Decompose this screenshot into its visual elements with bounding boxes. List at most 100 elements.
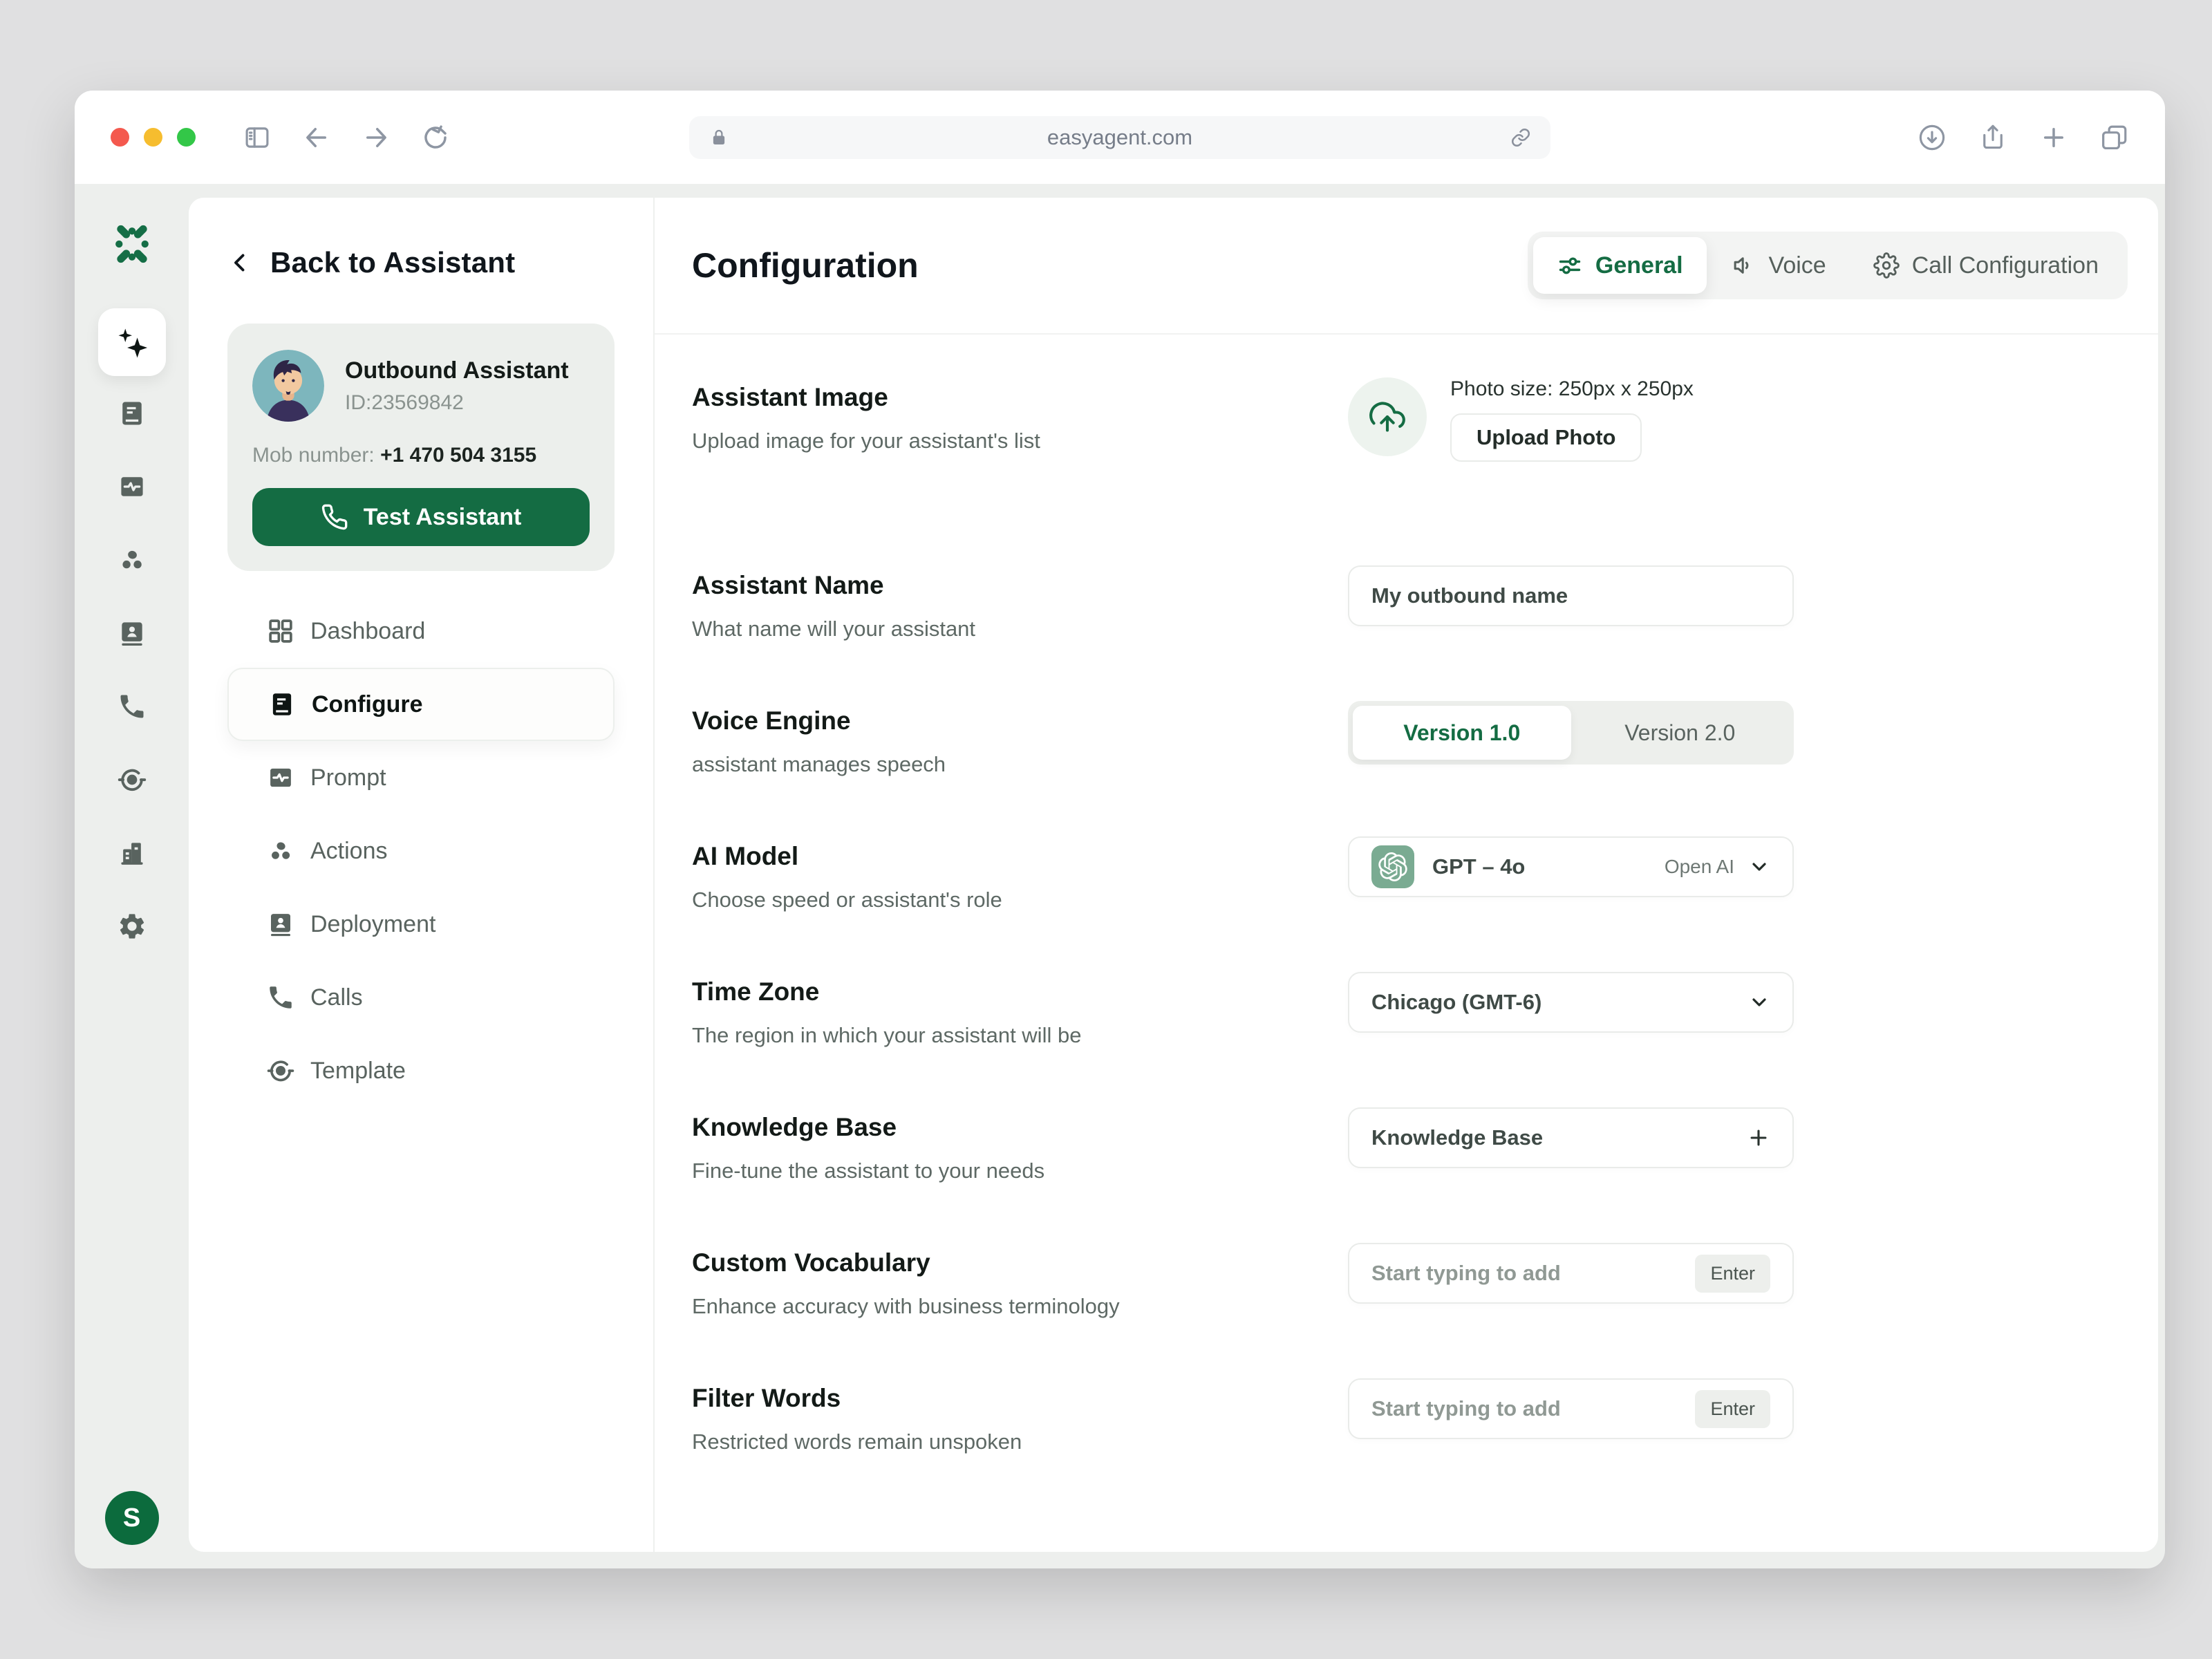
configuration-main: Configuration General Voice Call Configu… [655, 198, 2158, 1552]
rail-item-deployment[interactable] [117, 618, 147, 648]
assistant-id: ID:23569842 [345, 391, 464, 414]
rail-item-template[interactable] [117, 765, 147, 795]
field-label: Assistant Name [692, 571, 884, 599]
custom-vocabulary-placeholder: Start typing to add [1371, 1261, 1561, 1285]
field-hint: Choose speed or assistant's role [692, 888, 1002, 912]
assistant-name-value: My outbound name [1371, 583, 1568, 608]
cloud-upload-icon [1369, 402, 1405, 432]
address-bar[interactable]: easyagent.com [689, 115, 1550, 159]
rail-item-prompt[interactable] [117, 471, 147, 502]
field-hint: Enhance accuracy with business terminolo… [692, 1294, 1120, 1318]
app-logo-icon[interactable] [111, 223, 153, 265]
ai-model-select[interactable]: GPT – 4o Open AI [1348, 836, 1794, 897]
url-text: easyagent.com [1047, 124, 1193, 149]
phone-icon [321, 504, 348, 530]
config-tabs: General Voice Call Configuration [1527, 232, 2128, 299]
time-zone-select[interactable]: Chicago (GMT-6) [1348, 972, 1794, 1033]
grid-icon [269, 619, 292, 643]
sidebar-item-label: Dashboard [310, 617, 426, 644]
enter-key-hint: Enter [1695, 1254, 1770, 1293]
sidebar-toggle-icon[interactable] [243, 123, 272, 152]
mob-value: +1 470 504 3155 [380, 444, 537, 467]
filter-words-placeholder: Start typing to add [1371, 1396, 1561, 1421]
sidebar-item-configure[interactable]: Configure [227, 668, 615, 741]
rail-item-actions[interactable] [117, 545, 147, 575]
custom-vocabulary-input[interactable]: Start typing to add Enter [1348, 1243, 1794, 1304]
sidebar-item-deployment[interactable]: Deployment [227, 888, 615, 961]
sidebar-item-prompt[interactable]: Prompt [227, 741, 615, 814]
version-2-option[interactable]: Version 2.0 [1571, 706, 1790, 760]
filter-words-row: Filter Words Restricted words remain uns… [692, 1378, 1794, 1454]
target-icon [267, 1060, 294, 1082]
rail-item-settings[interactable] [117, 911, 147, 941]
reload-icon[interactable] [421, 123, 450, 152]
new-tab-icon[interactable] [2039, 123, 2068, 152]
sparkles-icon [118, 328, 147, 358]
test-assistant-button[interactable]: Test Assistant [252, 488, 590, 546]
ai-model-provider: Open AI [1664, 856, 1734, 877]
assistant-avatar [252, 350, 324, 422]
chevron-down-icon [1752, 863, 1766, 871]
sliders-icon [1559, 257, 1581, 274]
rail-item-calls[interactable] [117, 691, 147, 722]
rail-item-company[interactable] [117, 838, 147, 868]
sidebar-item-actions[interactable]: Actions [227, 814, 615, 888]
user-avatar[interactable]: S [104, 1491, 159, 1545]
plus-icon[interactable] [1747, 1126, 1770, 1150]
maximize-window-button[interactable] [177, 128, 196, 147]
sidebar-item-label: Template [310, 1057, 406, 1084]
sidebar-item-template[interactable]: Template [227, 1034, 615, 1107]
sidebar-item-label: Deployment [310, 910, 436, 937]
tab-call-configuration[interactable]: Call Configuration [1850, 237, 2122, 294]
field-hint: What name will your assistant [692, 617, 976, 641]
ai-model-value: GPT – 4o [1432, 854, 1526, 879]
assistant-name-input[interactable]: My outbound name [1348, 565, 1794, 626]
close-window-button[interactable] [111, 128, 129, 147]
sidebar-item-label: Configure [312, 691, 423, 718]
sidebar-item-dashboard[interactable]: Dashboard [227, 594, 615, 668]
photo-size-note: Photo size: 250px x 250px [1450, 377, 1694, 400]
back-icon[interactable] [302, 123, 331, 152]
version-1-option[interactable]: Version 1.0 [1353, 706, 1571, 760]
rail-item-configure[interactable] [117, 398, 147, 429]
tab-voice[interactable]: Voice [1707, 237, 1850, 294]
link-icon[interactable] [1510, 127, 1531, 148]
sidebar-item-label: Actions [310, 837, 388, 864]
assistant-identity: Outbound Assistant ID:23569842 [345, 357, 569, 415]
tab-general[interactable]: General [1533, 237, 1707, 294]
field-hint: Upload image for your assistant's list [692, 429, 1040, 453]
share-icon[interactable] [1978, 123, 2007, 152]
phone-icon [270, 986, 292, 1009]
assistant-name-row: Assistant Name What name will your assis… [692, 565, 1794, 641]
back-to-assistant[interactable]: Back to Assistant [227, 246, 615, 279]
rail-item-assistant[interactable] [97, 308, 166, 376]
forward-icon[interactable] [362, 123, 391, 152]
tab-overview-icon[interactable] [2100, 123, 2129, 152]
app-body: S Back to Assistant Outbound Assistant I… [75, 184, 2165, 1568]
page-title: Configuration [692, 246, 919, 285]
general-settings-form: Assistant Image Upload image for your as… [655, 335, 2158, 1514]
field-label: AI Model [692, 842, 799, 870]
sidebar-nav: Dashboard Configure Prompt Actions Deplo… [227, 594, 615, 1107]
time-zone-row: Time Zone The region in which your assis… [692, 972, 1794, 1048]
filter-words-input[interactable]: Start typing to add Enter [1348, 1378, 1794, 1439]
minimize-window-button[interactable] [144, 128, 162, 147]
sidebar-item-calls[interactable]: Calls [227, 961, 615, 1034]
voice-engine-segmented-control: Version 1.0 Version 2.0 [1348, 701, 1794, 765]
field-label: Knowledge Base [692, 1113, 897, 1141]
upload-photo-button[interactable]: Upload Photo [1450, 413, 1642, 462]
tab-label: Voice [1768, 252, 1826, 279]
browser-nav-controls [243, 123, 450, 152]
assistant-mob-number: Mob number: +1 470 504 3155 [252, 444, 590, 467]
upload-dropzone[interactable] [1348, 377, 1427, 456]
assistant-name: Outbound Assistant [345, 357, 569, 384]
field-label: Assistant Image [692, 383, 888, 411]
desktop-background: easyagent.com S Back to Assistant Outbou… [0, 0, 2212, 1659]
knowledge-base-field[interactable]: Knowledge Base [1348, 1107, 1794, 1168]
user-initial: S [122, 1503, 141, 1533]
content-panel: Back to Assistant Outbound Assistant ID:… [189, 198, 2158, 1552]
tab-label: General [1595, 252, 1683, 279]
assistant-image-row: Assistant Image Upload image for your as… [692, 377, 1794, 506]
downloads-icon[interactable] [1918, 123, 1947, 152]
browser-action-icons [1918, 123, 2129, 152]
